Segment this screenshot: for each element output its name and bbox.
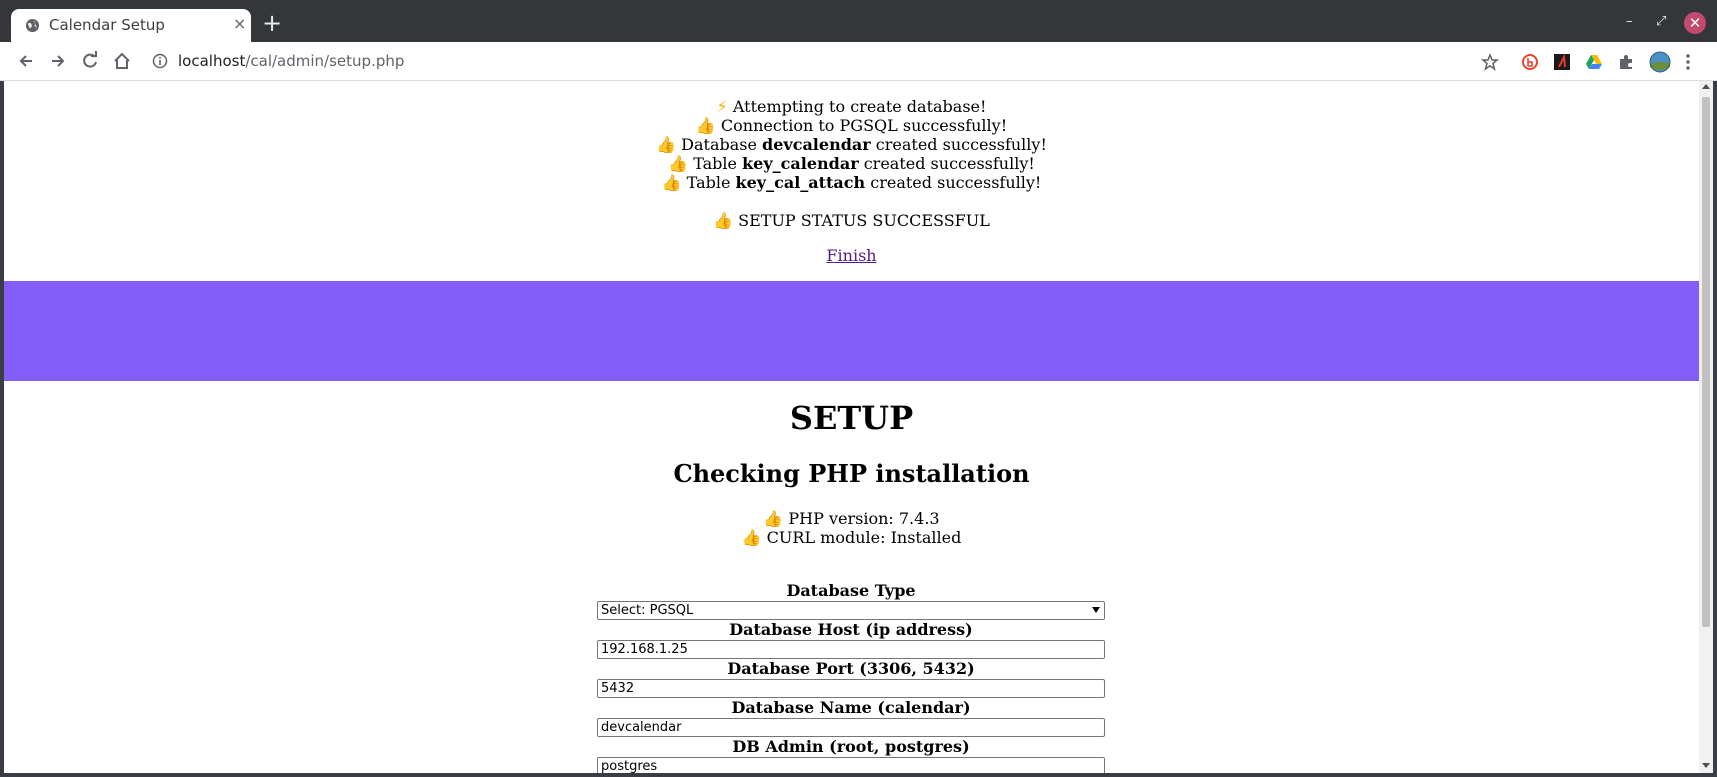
database-form: Database Type Select: PGSQL Database Hos…: [597, 581, 1105, 773]
db-admin-label: DB Admin (root, postgres): [732, 737, 970, 756]
db-type-select[interactable]: Select: PGSQL: [597, 601, 1105, 620]
db-type-value: Select: PGSQL: [601, 603, 694, 618]
thumbs-up-icon: 👍: [668, 154, 689, 173]
check-line: 👍 PHP version: 7.4.3: [763, 509, 940, 528]
tab-title: Calendar Setup: [49, 16, 165, 34]
setup-messages: ⚡ Attempting to create database! 👍 Conne…: [4, 97, 1699, 192]
db-name-input[interactable]: devcalendar: [597, 718, 1105, 737]
db-host-group: Database Host (ip address) 192.168.1.25: [597, 620, 1105, 659]
page-content: ⚡ Attempting to create database! 👍 Conne…: [4, 81, 1699, 773]
db-host-label: Database Host (ip address): [729, 620, 973, 639]
maximize-button[interactable]: ⤢: [1656, 14, 1666, 29]
php-checks: 👍 PHP version: 7.4.3 👍 CURL module: Inst…: [4, 509, 1699, 547]
message-line: ⚡ Attempting to create database!: [716, 97, 987, 116]
tab-close-icon[interactable]: ×: [233, 14, 246, 33]
browser-tab-bar: Calendar Setup × + – ⤢ ✕: [0, 0, 1717, 42]
scrollbar-thumb[interactable]: [1702, 97, 1710, 627]
setup-status: 👍 SETUP STATUS SUCCESSFUL: [4, 211, 1699, 230]
thumbs-up-icon: 👍: [661, 173, 682, 192]
page-title: SETUP: [789, 399, 914, 437]
thumbs-up-icon: 👍: [695, 116, 716, 135]
message-line: 👍 Database devcalendar created successfu…: [656, 135, 1047, 154]
finish-row: Finish: [4, 246, 1699, 265]
db-type-label: Database Type: [786, 581, 916, 600]
scroll-up-icon[interactable]: [1702, 84, 1710, 89]
db-port-group: Database Port (3306, 5432) 5432: [597, 659, 1105, 698]
db-port-input[interactable]: 5432: [597, 679, 1105, 698]
reload-icon[interactable]: [80, 51, 100, 71]
url-host: localhost: [178, 52, 246, 70]
window-close-button[interactable]: ✕: [1684, 12, 1706, 34]
extensions-puzzle-icon[interactable]: [1617, 53, 1635, 71]
site-info-icon[interactable]: [152, 53, 168, 69]
check-line: 👍 CURL module: Installed: [741, 528, 962, 547]
db-name-label: Database Name (calendar): [731, 698, 971, 717]
scroll-down-icon[interactable]: [1702, 763, 1710, 768]
status-text: SETUP STATUS SUCCESSFUL: [738, 211, 990, 230]
db-admin-group: DB Admin (root, postgres) postgres: [597, 737, 1105, 773]
profile-avatar[interactable]: [1649, 51, 1671, 73]
url-path: /cal/admin/setup.php: [245, 52, 405, 70]
db-admin-input[interactable]: postgres: [597, 757, 1105, 773]
thumbs-up-icon: 👍: [741, 528, 762, 547]
message-line: 👍 Connection to PGSQL successfully!: [695, 116, 1008, 135]
thumbs-up-icon: 👍: [656, 135, 677, 154]
extension-b-icon[interactable]: [1521, 53, 1539, 71]
extension-red-icon[interactable]: [1553, 53, 1571, 71]
chevron-down-icon: [1092, 607, 1100, 613]
minimize-button[interactable]: –: [1626, 14, 1633, 29]
google-drive-icon[interactable]: [1585, 53, 1603, 71]
thumbs-up-icon: 👍: [763, 509, 784, 528]
finish-link[interactable]: Finish: [826, 246, 876, 265]
message-line: 👍 Table key_calendar created successfull…: [668, 154, 1035, 173]
thumbs-up-icon: 👍: [713, 211, 734, 230]
forward-icon[interactable]: [48, 51, 68, 71]
bookmark-star-icon[interactable]: [1481, 53, 1499, 71]
db-name-group: Database Name (calendar) devcalendar: [597, 698, 1105, 737]
address-bar[interactable]: localhost/cal/admin/setup.php: [178, 49, 404, 73]
purple-banner: [4, 281, 1699, 381]
db-port-label: Database Port (3306, 5432): [727, 659, 975, 678]
lightning-icon: ⚡: [716, 97, 728, 116]
browser-toolbar: localhost/cal/admin/setup.php: [0, 42, 1717, 81]
section-title: Checking PHP installation: [673, 459, 1030, 488]
globe-icon: [25, 18, 40, 33]
db-host-input[interactable]: 192.168.1.25: [597, 640, 1105, 659]
new-tab-button[interactable]: +: [262, 11, 282, 35]
page-scrollbar[interactable]: [1699, 81, 1713, 773]
db-type-group: Database Type Select: PGSQL: [597, 581, 1105, 620]
message-line: 👍 Table key_cal_attach created successfu…: [661, 173, 1042, 192]
home-icon[interactable]: [112, 51, 132, 71]
browser-tab[interactable]: Calendar Setup ×: [11, 9, 251, 42]
back-icon[interactable]: [16, 51, 36, 71]
menu-kebab-icon[interactable]: [1683, 53, 1693, 71]
